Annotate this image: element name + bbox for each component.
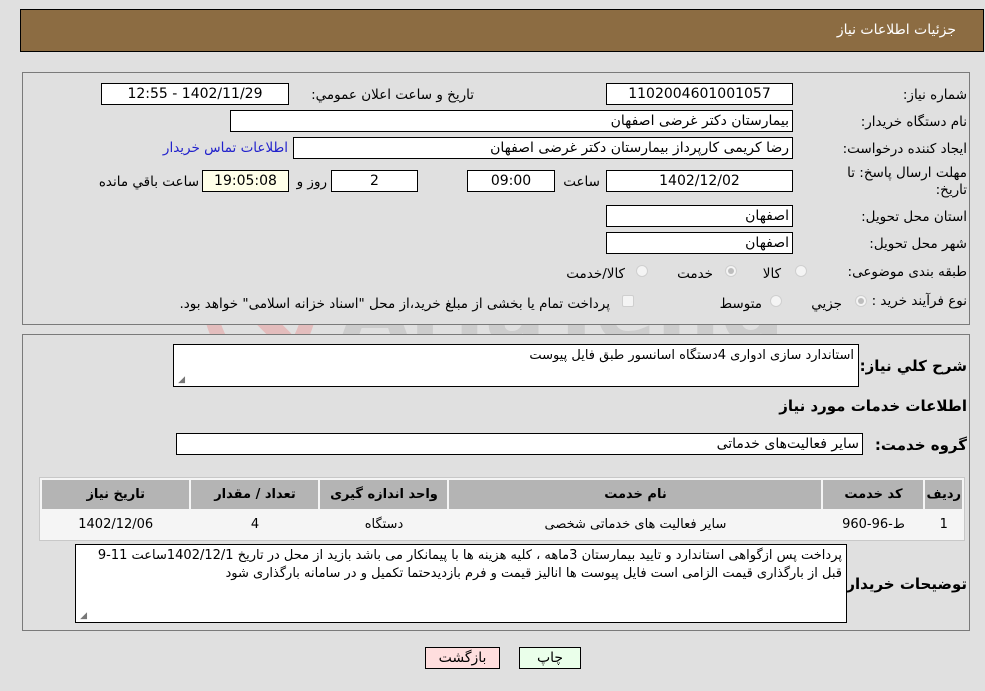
- resize-grip-icon[interactable]: ◢: [176, 376, 185, 385]
- need-number-field: 1102004601001057: [606, 83, 793, 105]
- services-heading: اطلاعات خدمات مورد نياز: [779, 397, 967, 415]
- print-button[interactable]: چاپ: [519, 647, 581, 669]
- province-field: اصفهان: [606, 205, 793, 227]
- days-label: روز و: [296, 174, 327, 190]
- resize-grip-icon[interactable]: ◢: [78, 612, 87, 621]
- col-header-need-date: تاريخ نياز: [42, 480, 190, 509]
- category-option-service: خدمت: [677, 266, 713, 282]
- category-option-goods: کالا: [762, 266, 781, 282]
- description-textarea[interactable]: استاندارد سازی ادواری 4دستگاه اسانسور طب…: [173, 344, 859, 387]
- province-label: استان محل تحویل:: [861, 209, 967, 225]
- cell-row-number: 1: [925, 511, 962, 538]
- remaining-time-field: 19:05:08: [202, 170, 289, 192]
- col-header-quantity: تعداد / مقدار: [191, 480, 319, 509]
- announce-datetime-label: تاریخ و ساعت اعلان عمومي:: [311, 87, 474, 103]
- buyer-notes-label: توضيحات خريدار:: [840, 575, 967, 593]
- table-row: 1 ط-96-960 سایر فعالیت های خدماتی شخصی د…: [42, 511, 962, 538]
- announce-datetime-field: 1402/11/29 - 12:55: [101, 83, 289, 105]
- table-header-row: رديف کد خدمت نام خدمت واحد اندازه گيری ت…: [42, 480, 962, 509]
- service-group-label: گروه خدمت:: [874, 436, 967, 454]
- treasury-bonds-checkbox[interactable]: [622, 295, 634, 307]
- col-header-row-number: رديف: [925, 480, 962, 509]
- category-label: طبقه بندی موضوعی:: [847, 264, 967, 280]
- requester-field: رضا کریمی کارپرداز بیمارستان دکتر غرضی ا…: [293, 137, 793, 159]
- requester-label: ايجاد کننده درخواست:: [842, 141, 967, 157]
- remaining-time-label: ساعت باقي مانده: [98, 174, 199, 190]
- category-radio-goods[interactable]: [795, 265, 807, 277]
- buyer-org-field: بیمارستان دکتر غرضی اصفهان: [230, 110, 793, 132]
- cell-quantity: 4: [191, 511, 319, 538]
- category-option-goods-service: کالا/خدمت: [566, 266, 625, 282]
- deadline-time-label: ساعت: [563, 174, 600, 190]
- remaining-days-field: 2: [331, 170, 418, 192]
- purchase-type-radio-medium[interactable]: [770, 295, 782, 307]
- back-button[interactable]: بازگشت: [425, 647, 500, 669]
- service-group-field: سایر فعالیت‌های خدماتی: [176, 433, 863, 455]
- description-text: استاندارد سازی ادواری 4دستگاه اسانسور طب…: [529, 348, 854, 363]
- deadline-date-field: 1402/12/02: [606, 170, 793, 192]
- cell-service-code: ط-96-960: [823, 511, 924, 538]
- col-header-service-name: نام خدمت: [449, 480, 822, 509]
- buyer-org-label: نام دستگاه خريدار:: [860, 114, 967, 130]
- category-radio-goods-service[interactable]: [636, 265, 648, 277]
- treasury-bonds-note: پرداخت تمام یا بخشی از مبلغ خرید،از محل …: [179, 296, 610, 312]
- cell-unit: دستگاه: [320, 511, 448, 538]
- cell-need-date: 1402/12/06: [42, 511, 190, 538]
- category-radio-service[interactable]: [725, 265, 737, 277]
- col-header-unit: واحد اندازه گيری: [320, 480, 448, 509]
- col-header-service-code: کد خدمت: [823, 480, 924, 509]
- city-label: شهر محل تحویل:: [869, 236, 967, 252]
- purchase-type-option-minor: جزيي: [811, 296, 842, 312]
- purchase-type-option-medium: متوسط: [719, 296, 762, 312]
- services-table: رديف کد خدمت نام خدمت واحد اندازه گيری ت…: [39, 477, 965, 541]
- page-header: جزئیات اطلاعات نیاز: [20, 9, 984, 52]
- need-number-label: شماره نیاز:: [902, 87, 967, 103]
- buyer-notes-text: پرداخت پس ازگواهی استاندارد و تایید بیما…: [97, 548, 842, 581]
- deadline-time-field: 09:00: [467, 170, 555, 192]
- description-label: شرح كلي نياز:: [859, 357, 967, 375]
- deadline-label: مهلت ارسال پاسخ: تا تاریخ:: [847, 165, 967, 198]
- purchase-type-radio-minor[interactable]: [855, 295, 867, 307]
- city-field: اصفهان: [606, 232, 793, 254]
- page-title: جزئیات اطلاعات نیاز: [836, 22, 956, 38]
- purchase-type-label: نوع فرآیند خرید :: [871, 293, 967, 309]
- cell-service-name: سایر فعالیت های خدماتی شخصی: [449, 511, 822, 538]
- buyer-notes-textarea[interactable]: پرداخت پس ازگواهی استاندارد و تایید بیما…: [75, 544, 847, 623]
- buyer-contact-link[interactable]: اطلاعات تماس خريدار: [163, 140, 288, 156]
